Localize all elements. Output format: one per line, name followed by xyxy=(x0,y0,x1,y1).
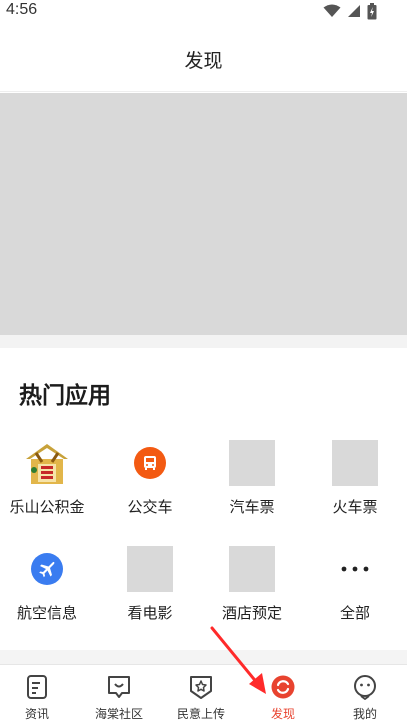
app-bus[interactable]: 公交车 xyxy=(99,440,201,530)
airplane-icon xyxy=(31,553,63,585)
app-label: 公交车 xyxy=(127,498,173,516)
movie-icon xyxy=(127,546,173,592)
tab-label: 资讯 xyxy=(24,707,49,721)
app-hotel-booking[interactable]: 酒店预定 xyxy=(201,546,303,636)
badge-star-icon xyxy=(190,676,212,699)
tab-label: 民意上传 xyxy=(176,707,225,721)
status-icons xyxy=(323,2,377,19)
tab-opinion-upload[interactable]: 民意上传 xyxy=(160,665,242,723)
battery-icon xyxy=(367,2,377,19)
app-train-ticket[interactable]: 火车票 xyxy=(304,440,406,530)
section-divider xyxy=(0,335,407,348)
bus-icon xyxy=(134,447,166,479)
title-bar: 发现 xyxy=(0,24,407,92)
app-label: 全部 xyxy=(339,604,370,622)
community-icon xyxy=(108,676,130,698)
app-label: 看电影 xyxy=(127,604,173,622)
banner-image[interactable] xyxy=(0,93,407,335)
coach-ticket-icon xyxy=(229,440,275,486)
status-time: 4:56 xyxy=(6,1,38,18)
discover-icon xyxy=(271,675,295,699)
tab-label: 我的 xyxy=(352,707,377,721)
news-icon xyxy=(27,675,47,699)
tab-label: 发现 xyxy=(270,707,295,721)
app-all[interactable]: 全部 xyxy=(304,546,406,636)
airplane-icon-wrap xyxy=(24,546,70,592)
section-divider-bottom xyxy=(0,650,407,664)
app-label: 酒店预定 xyxy=(221,604,282,622)
train-ticket-icon xyxy=(332,440,378,486)
tab-profile[interactable]: 我的 xyxy=(324,665,406,723)
app-label: 汽车票 xyxy=(229,498,275,516)
tab-discover[interactable]: 发现 xyxy=(242,665,324,723)
status-bar: 4:56 xyxy=(0,0,407,24)
bottom-tab-bar: 资讯 海棠社区 民意上传 发现 我的 xyxy=(0,664,407,723)
more-dots-icon xyxy=(332,546,378,592)
bus-icon-wrap xyxy=(127,440,173,486)
app-flight-info[interactable]: 航空信息 xyxy=(0,546,98,636)
hot-apps-title: 热门应用 xyxy=(19,383,111,409)
app-label: 乐山公积金 xyxy=(9,498,85,516)
app-coach-ticket[interactable]: 汽车票 xyxy=(201,440,303,530)
hotel-icon xyxy=(229,546,275,592)
tab-news[interactable]: 资讯 xyxy=(0,665,78,723)
app-movies[interactable]: 看电影 xyxy=(99,546,201,636)
tab-community[interactable]: 海棠社区 xyxy=(78,665,160,723)
provident-fund-logo xyxy=(24,440,70,486)
wifi-icon xyxy=(323,4,341,17)
app-provident-fund[interactable]: 乐山公积金 xyxy=(0,440,98,530)
tab-label: 海棠社区 xyxy=(94,707,143,721)
signal-icon xyxy=(348,5,360,17)
app-label: 航空信息 xyxy=(16,604,77,622)
profile-icon xyxy=(354,675,376,700)
app-label: 火车票 xyxy=(332,498,378,516)
page-title: 发现 xyxy=(184,50,223,72)
